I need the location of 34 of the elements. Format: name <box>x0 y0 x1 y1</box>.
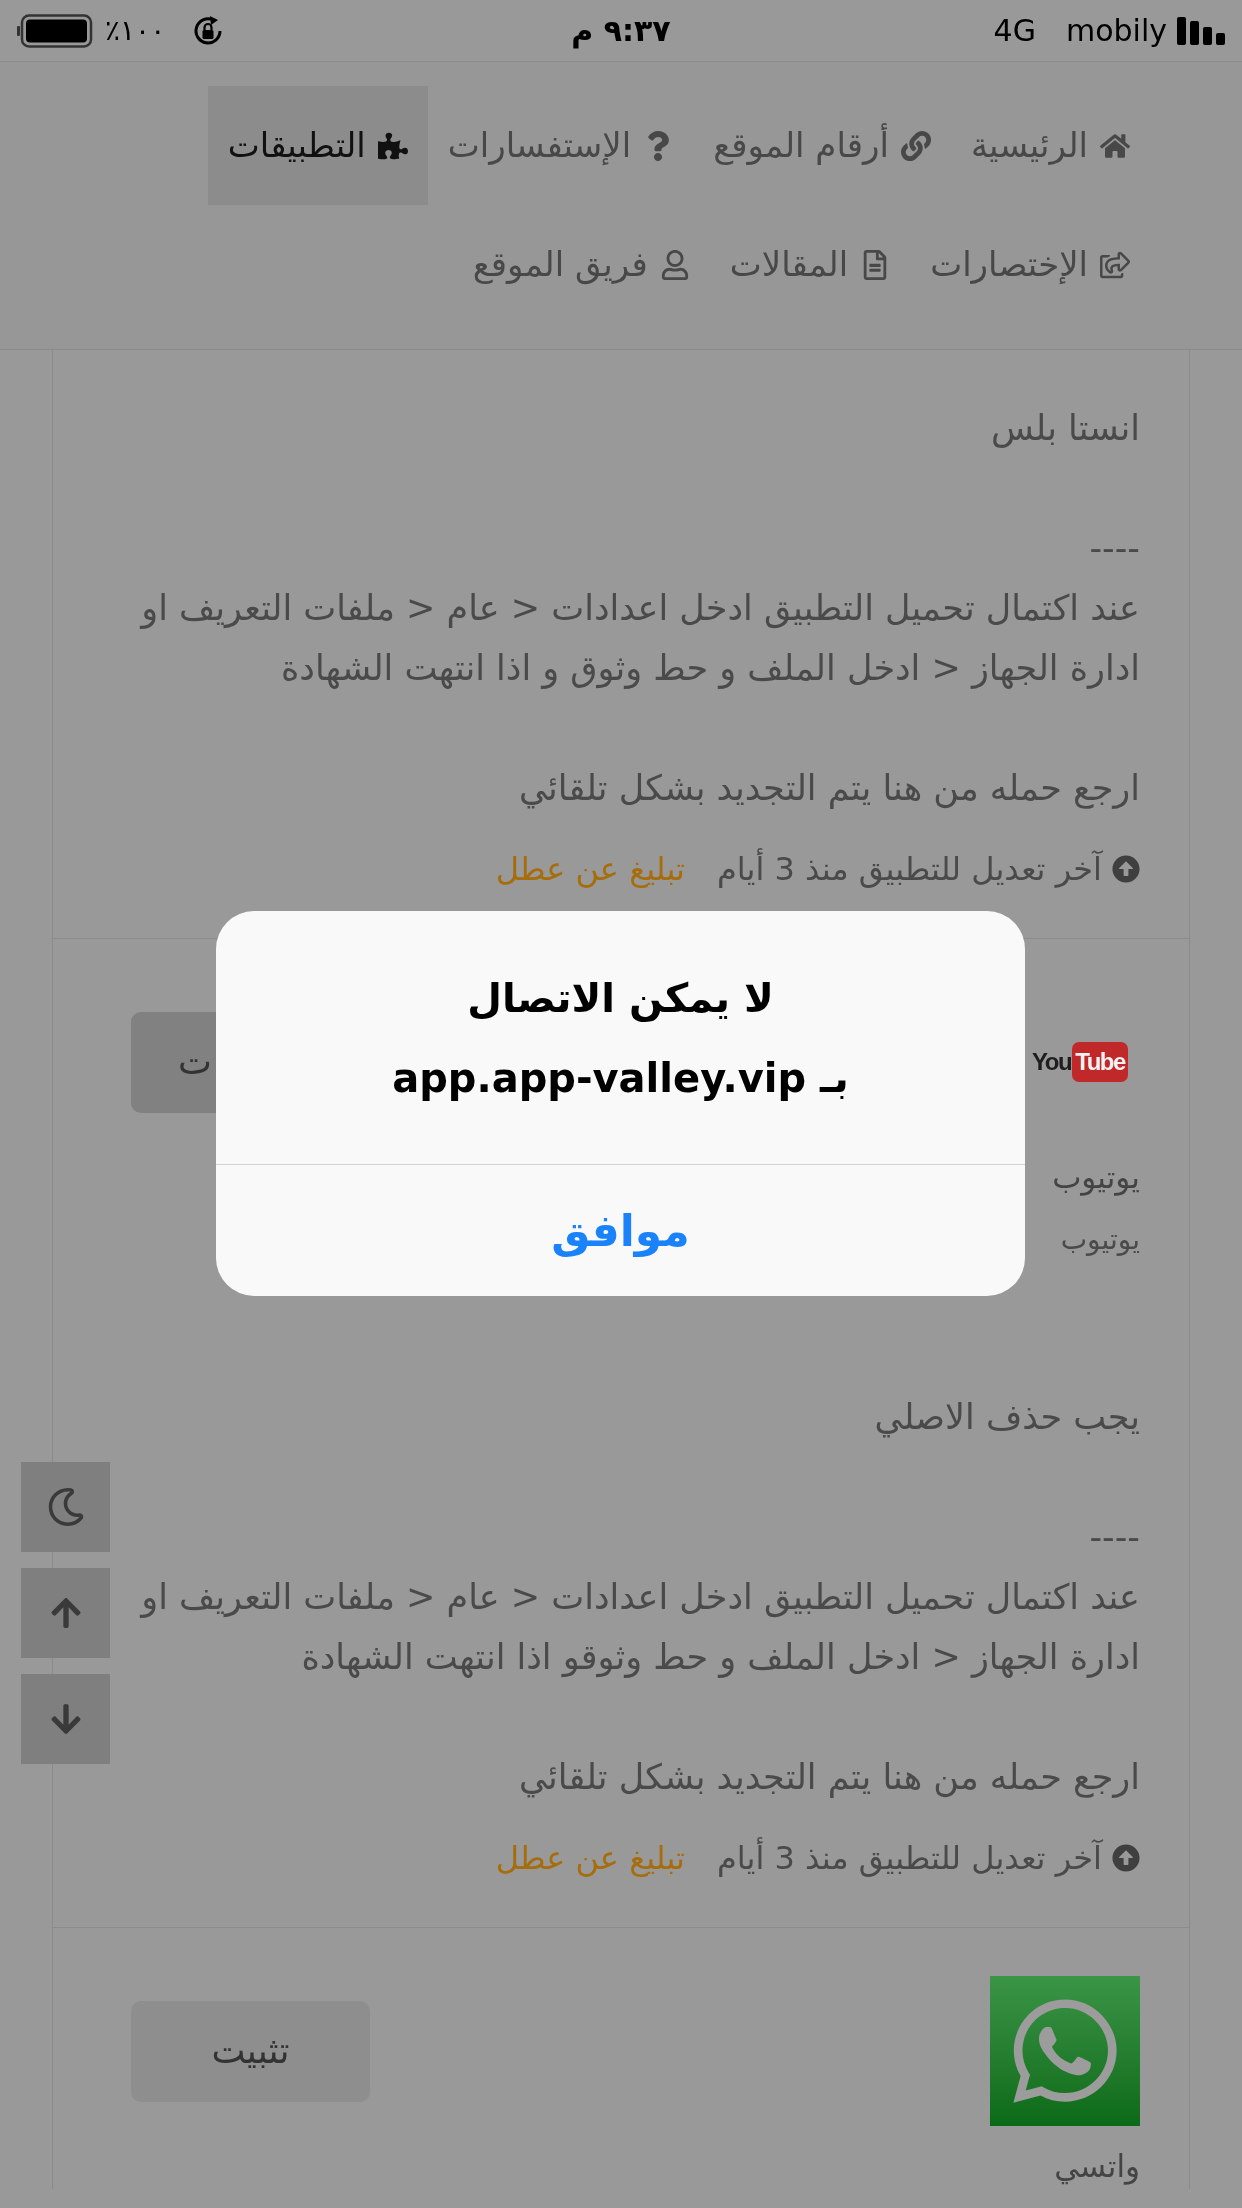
battery-percent: ١٠٠٪ <box>105 16 166 45</box>
app-description: انستا بلس ---- عند اكتمال تحميل التطبيق ادخل اعدادات < عام < ملفات التعريف او ادارة الجهاز < ادخل الملف و حط وثوق و اذا انتهت الشهادة ارجع حمله من هنا يتم التجديد بشكل تلقائي <box>138 407 1140 811</box>
app-description: يجب حذف الاصلي ---- عند اكتمال تحميل التطبيق ادخل اعدادات < عام < ملفات التعريف او ادارة الجهاز < ادخل الملف و حط وثوقو اذا انتهت الشهادة ارجع حمله من هنا يتم التجديد بشكل تلقائي <box>138 1396 1140 1800</box>
share-icon <box>1100 249 1130 280</box>
scroll-up-button[interactable] <box>21 1568 110 1658</box>
nav-link[interactable]: فريق الموقع <box>452 205 710 324</box>
nav-link[interactable]: المقالات <box>709 205 911 324</box>
nav-link[interactable]: الرئيسية <box>950 86 1150 205</box>
puzzle-icon <box>377 130 408 161</box>
app-subtitle: يوتيوب <box>1060 1222 1140 1258</box>
nav-link[interactable]: التطبيقات <box>207 86 428 205</box>
app-title: واتسي <box>1054 2147 1140 2187</box>
nav-link[interactable]: الإختصارات <box>910 205 1150 324</box>
nav-link[interactable]: أرقام الموقع <box>693 86 951 205</box>
chat-bubble-phone-icon <box>990 1976 1140 2126</box>
install-button[interactable]: ت <box>131 1011 216 1113</box>
install-button[interactable]: تثبيت <box>131 2000 370 2102</box>
theme-toggle-button[interactable] <box>21 1462 110 1552</box>
logo-text: You <box>1031 1047 1072 1077</box>
nav-link[interactable]: الإستفسارات <box>427 86 694 205</box>
battery-icon <box>17 13 93 48</box>
link-icon <box>900 130 931 161</box>
user-icon <box>659 249 690 280</box>
carrier-name: mobily <box>1065 15 1167 46</box>
alert-title: لا يمكن الاتصال بـ app.app-valley.vip <box>392 973 849 1103</box>
logo-badge: Tube <box>1072 1042 1128 1082</box>
ok-button[interactable]: موافق <box>216 1165 1025 1296</box>
app-title: يوتيوب <box>1052 1158 1140 1198</box>
scroll-down-button[interactable] <box>21 1674 110 1764</box>
moon-icon <box>46 1488 85 1526</box>
network-type: 4G <box>993 15 1036 46</box>
signal-icon <box>1177 16 1225 45</box>
update-info: آخر تعديل للتطبيق منذ 3 أيام <box>716 847 1102 890</box>
update-info: آخر تعديل للتطبيق منذ 3 أيام <box>716 1836 1102 1879</box>
